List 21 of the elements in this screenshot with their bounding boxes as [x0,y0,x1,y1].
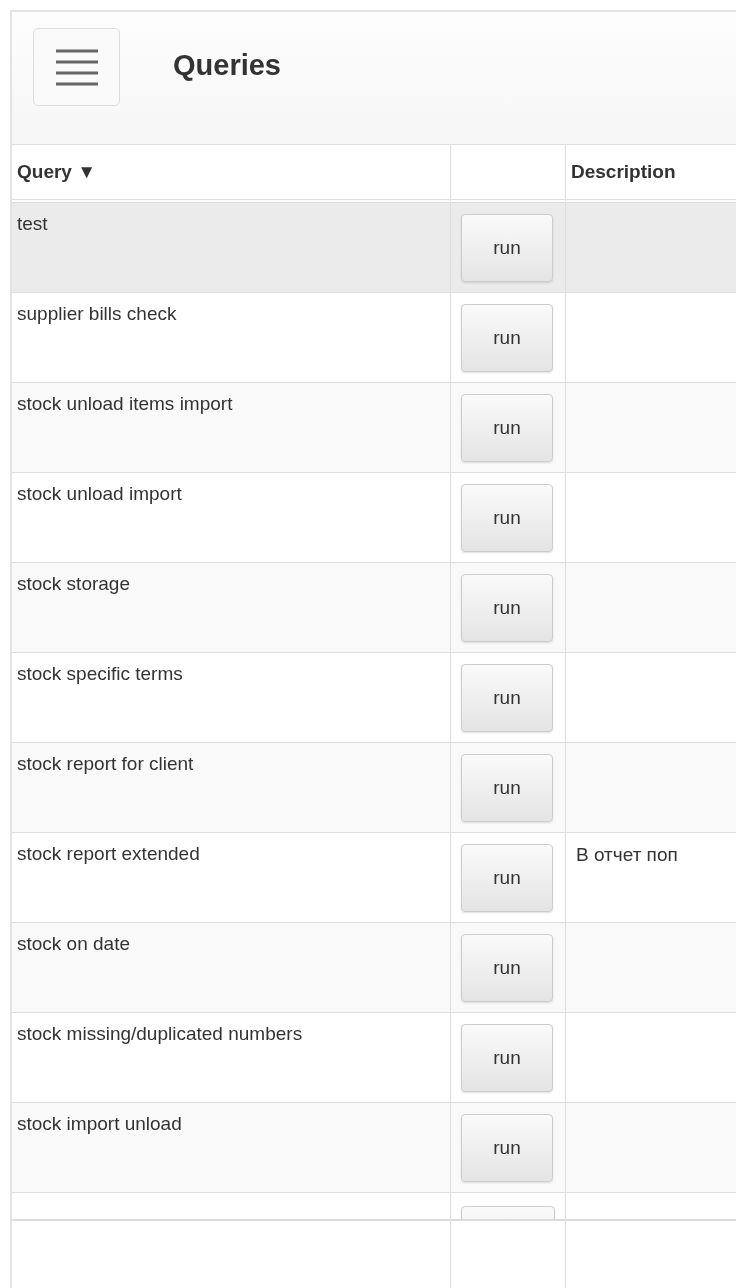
run-button[interactable]: run [461,484,553,552]
run-button[interactable]: run [461,214,553,282]
run-button[interactable]: run [461,1114,553,1182]
run-button[interactable]: run [461,394,553,462]
run-button[interactable]: run [461,664,553,732]
run-button[interactable]: run [461,934,553,1002]
query-cell: stock storage [12,563,451,653]
query-cell: stock report for client [12,743,451,833]
query-cell: stock import unload [12,1103,451,1193]
run-button[interactable]: run [461,754,553,822]
query-cell: stock unload items import [12,383,451,473]
run-button[interactable]: run [461,844,553,912]
query-cell: stock on date [12,923,451,1013]
page-title: Queries [173,49,281,82]
query-cell: test [12,203,451,293]
menu-button[interactable] [33,28,120,106]
run-button[interactable]: run [461,574,553,642]
column-header[interactable]: Query ▼ [12,145,451,203]
run-button[interactable]: run [461,304,553,372]
run-button[interactable]: run [461,1024,553,1092]
menu-icon [53,47,100,87]
